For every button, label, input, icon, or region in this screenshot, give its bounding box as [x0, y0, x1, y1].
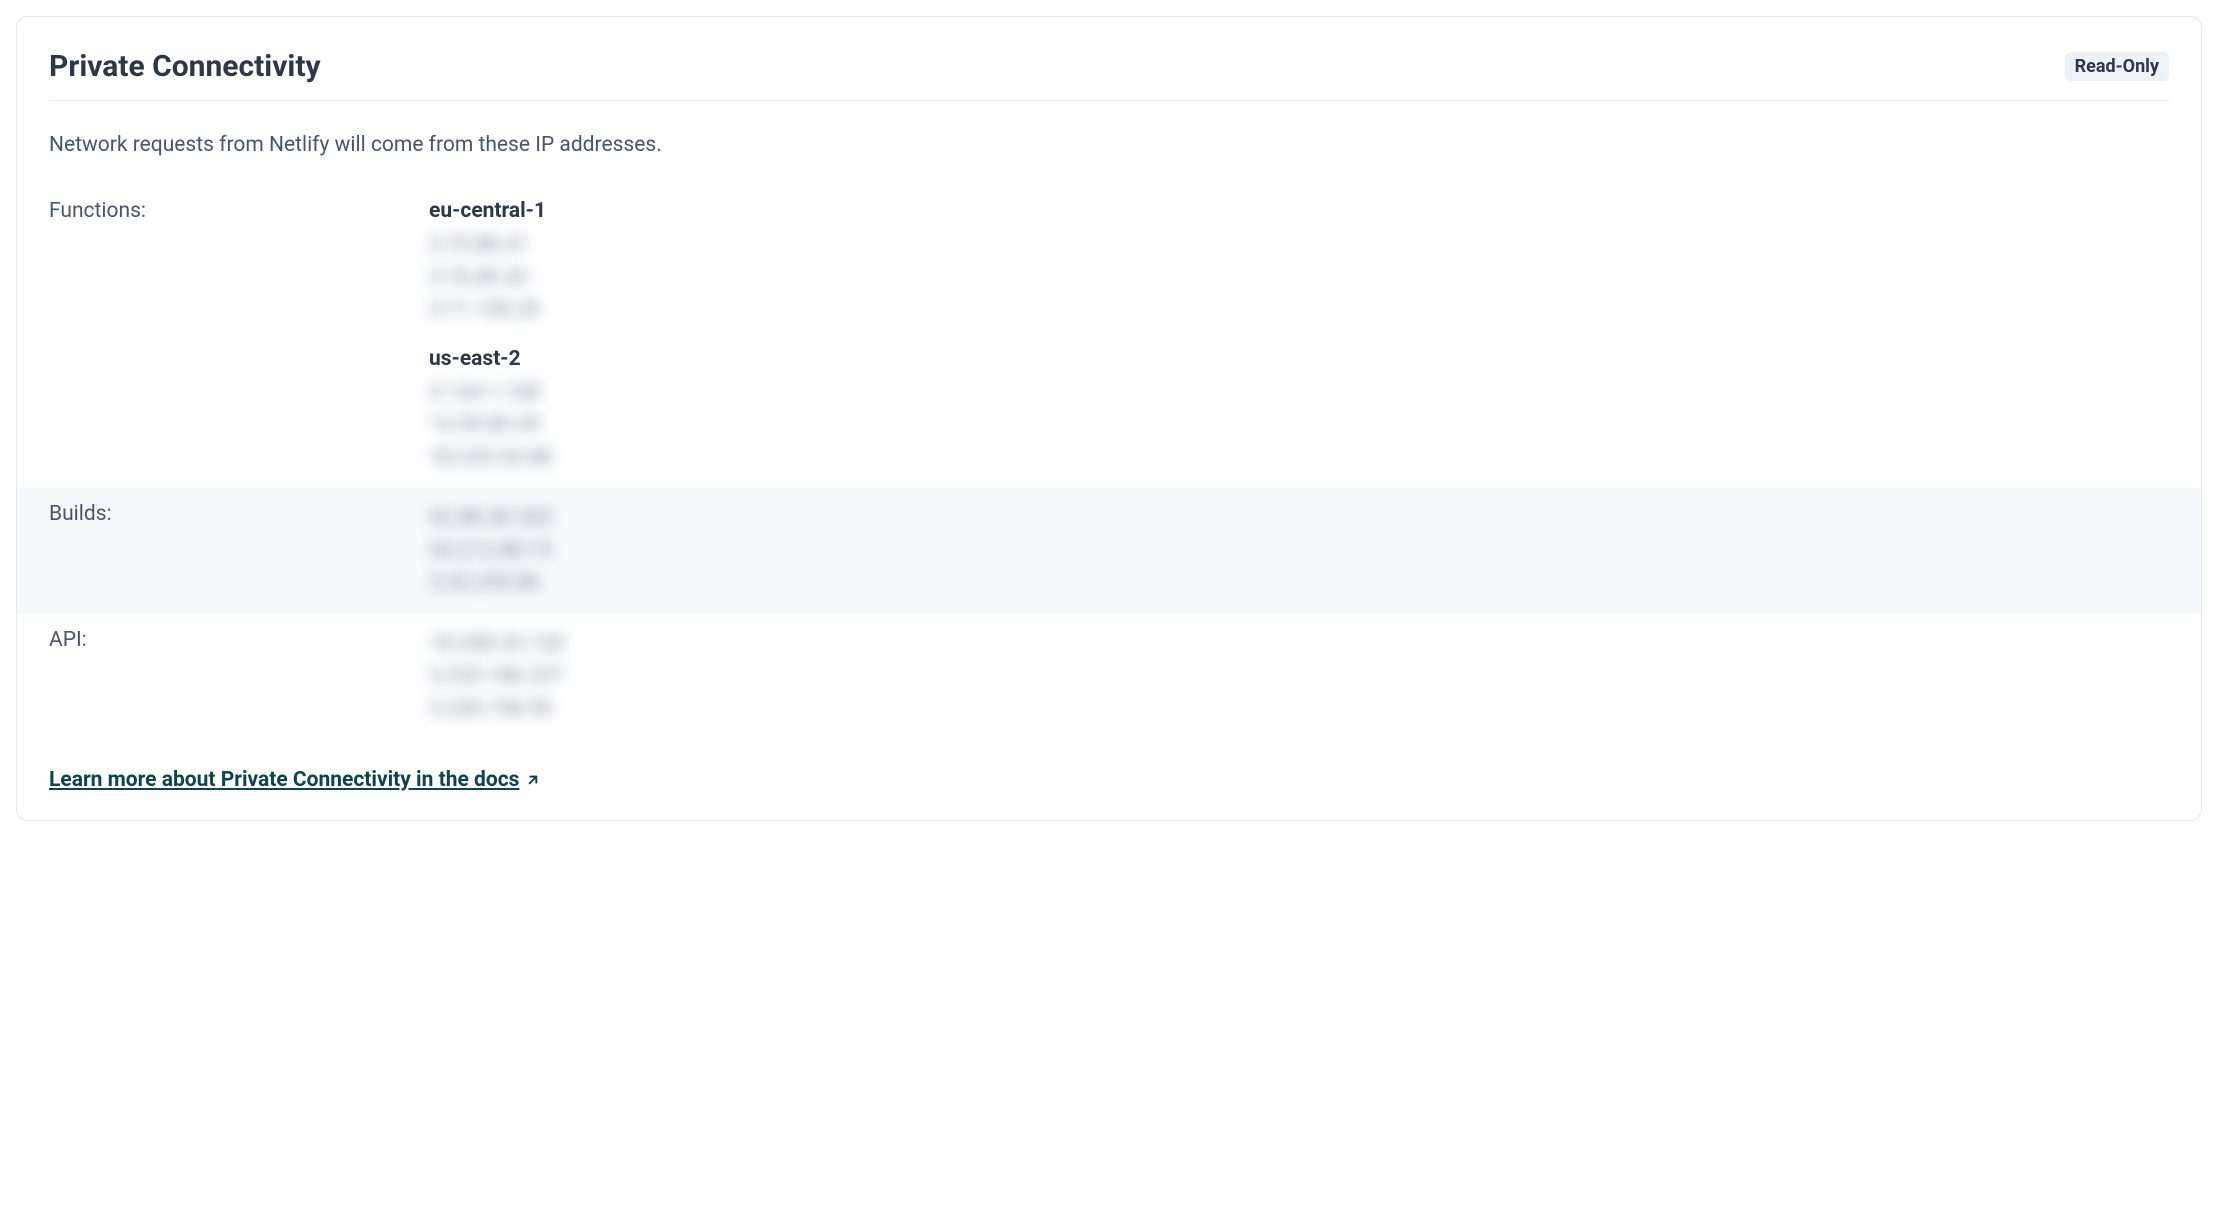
api-value: 18.208.33.128 3.220.186.237 3.230.198.59 — [429, 628, 2169, 726]
ip-address: 3.220.186.237 — [429, 660, 2169, 693]
private-connectivity-panel: Private Connectivity Read-Only Network r… — [16, 16, 2202, 821]
ip-address: 3.76.80.43 — [429, 262, 2169, 295]
functions-value: eu-central-1 3.70.88.41 3.76.80.43 3.71.… — [429, 199, 2169, 474]
api-label: API: — [49, 628, 429, 726]
functions-row: Functions: eu-central-1 3.70.88.41 3.76.… — [17, 185, 2201, 488]
ip-address: 3.134.1.108 — [429, 377, 2169, 410]
functions-label: Functions: — [49, 199, 429, 474]
ip-address: 3.93.239.86 — [429, 567, 2169, 600]
external-link-icon — [525, 772, 541, 788]
read-only-badge: Read-Only — [2065, 52, 2169, 81]
learn-more-label: Learn more about Private Connectivity in… — [49, 768, 519, 792]
region-name: us-east-2 — [429, 347, 2169, 371]
learn-more-link[interactable]: Learn more about Private Connectivity in… — [49, 768, 541, 792]
builds-value: 52.88.49.203 34.212.88.19 3.93.239.86 — [429, 502, 2169, 600]
ip-address: 34.212.88.19 — [429, 535, 2169, 568]
ip-address: 3.70.88.41 — [429, 229, 2169, 262]
builds-row: Builds: 52.88.49.203 34.212.88.19 3.93.2… — [17, 488, 2201, 614]
ip-address: 18.225.33.88 — [429, 442, 2169, 475]
region-block: eu-central-1 3.70.88.41 3.76.80.43 3.71.… — [429, 199, 2169, 327]
region-block: us-east-2 3.134.1.108 13.59.80.39 18.225… — [429, 347, 2169, 475]
builds-label: Builds: — [49, 502, 429, 600]
panel-title: Private Connectivity — [49, 49, 321, 84]
panel-description: Network requests from Netlify will come … — [49, 133, 2169, 157]
api-row: API: 18.208.33.128 3.220.186.237 3.230.1… — [17, 614, 2201, 740]
ip-address: 3.230.198.59 — [429, 693, 2169, 726]
ip-address: 18.208.33.128 — [429, 628, 2169, 661]
ip-address: 13.59.80.39 — [429, 409, 2169, 442]
panel-header: Private Connectivity Read-Only — [49, 49, 2169, 101]
ip-address: 3.71.109.29 — [429, 294, 2169, 327]
region-name: eu-central-1 — [429, 199, 2169, 223]
ip-address: 52.88.49.203 — [429, 502, 2169, 535]
